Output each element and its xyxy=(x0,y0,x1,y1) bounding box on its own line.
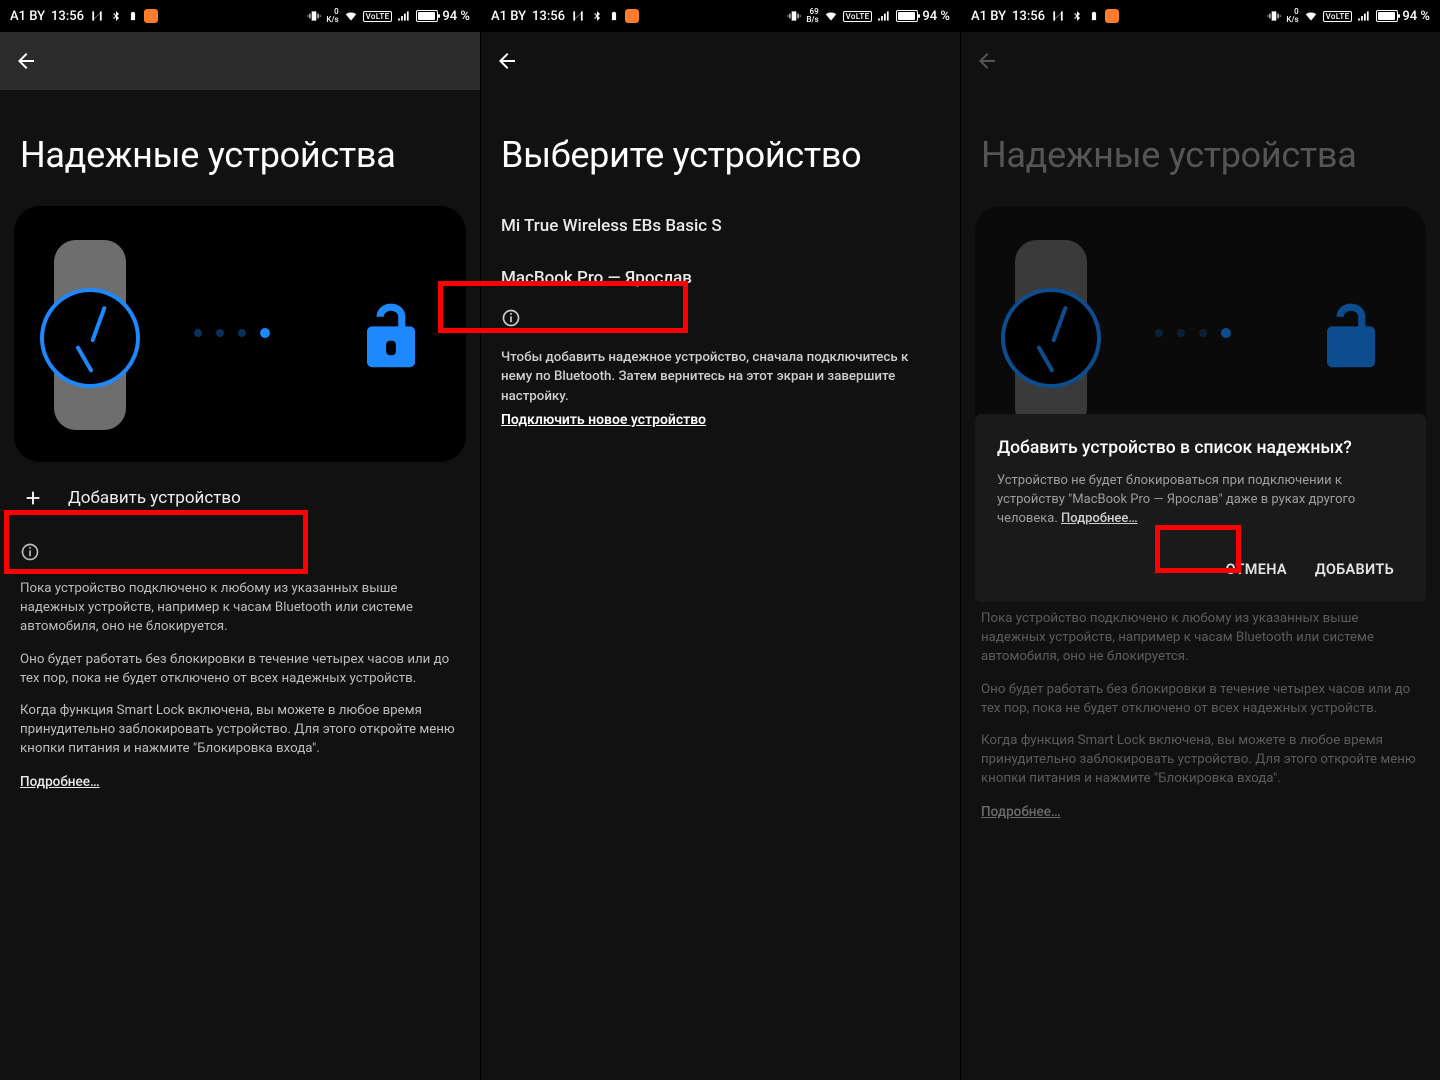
dialog-title: Добавить устройство в список надежных? xyxy=(997,438,1404,458)
bluetooth-icon xyxy=(110,9,122,23)
screen-choose-device: A1 BY 13:56 69B/s VoLTE 94 % Вы xyxy=(480,0,960,1080)
app-bar xyxy=(0,32,480,90)
bluetooth-icon xyxy=(591,9,603,23)
app-bar xyxy=(481,32,960,90)
info-text: Пока устройство подключено к любому из у… xyxy=(961,596,1440,823)
signal-icon xyxy=(1356,9,1372,23)
back-icon[interactable] xyxy=(975,49,999,73)
wifi-icon xyxy=(343,9,359,23)
battery-icon xyxy=(896,10,918,22)
info-p2: Оно будет работать без блокировки в тече… xyxy=(20,651,456,689)
battery-pct: 94 % xyxy=(1402,9,1430,24)
cancel-button[interactable]: ОТМЕНА xyxy=(1216,551,1297,588)
page-title: Надежные устройства xyxy=(0,90,480,200)
watch-icon xyxy=(54,240,126,430)
nfc-icon xyxy=(90,9,104,23)
watch-icon xyxy=(1015,240,1087,430)
vibrate-icon xyxy=(306,9,322,23)
status-bar: A1 BY 13:56 0K/s VoLTE 94 % xyxy=(961,0,1440,32)
connection-dots-icon xyxy=(194,328,270,338)
dialog-body: Устройство не будет блокироваться при по… xyxy=(997,472,1404,529)
app-badge-icon xyxy=(144,9,158,23)
info-icon xyxy=(501,308,940,332)
connect-new-device-link[interactable]: Подключить новое устройство xyxy=(481,412,960,428)
signal-icon xyxy=(876,9,892,23)
back-icon[interactable] xyxy=(495,49,519,73)
app-bar xyxy=(961,32,1440,90)
battery-icon xyxy=(1376,10,1398,22)
dialog-learn-more-link[interactable]: Подробнее… xyxy=(1061,511,1138,526)
carrier-label: A1 BY xyxy=(10,9,45,24)
bluetooth-note: Чтобы добавить надежное устройство, снач… xyxy=(481,332,960,412)
connection-dots-icon xyxy=(1155,328,1231,338)
learn-more-link[interactable]: Подробнее… xyxy=(20,774,100,790)
vibrate-icon xyxy=(786,9,802,23)
vibrate-icon xyxy=(1266,9,1282,23)
carrier-label: A1 BY xyxy=(971,9,1006,24)
unlock-icon xyxy=(362,300,420,376)
clock: 13:56 xyxy=(1012,9,1045,24)
signal-icon xyxy=(396,9,412,23)
carrier-label: A1 BY xyxy=(491,9,526,24)
info-p3: Когда функция Smart Lock включена, вы мо… xyxy=(981,732,1416,789)
unlock-icon xyxy=(1322,300,1380,376)
device-item-macbook[interactable]: MacBook Pro — Ярослав xyxy=(481,252,960,304)
network-speed: 0K/s xyxy=(326,8,338,24)
volte-badge: VoLTE xyxy=(1323,11,1353,22)
nfc-icon xyxy=(571,9,585,23)
status-bar: A1 BY 13:56 69B/s VoLTE 94 % xyxy=(481,0,960,32)
wifi-icon xyxy=(1303,9,1319,23)
battery-icon xyxy=(416,10,438,22)
page-title: Выберите устройство xyxy=(481,90,960,200)
clock: 13:56 xyxy=(51,9,84,24)
volte-badge: VoLTE xyxy=(363,11,393,22)
confirm-dialog: Добавить устройство в список надежных? У… xyxy=(975,414,1426,602)
trusted-devices-illustration xyxy=(14,206,466,462)
bluetooth-icon xyxy=(1071,9,1083,23)
dialog-body-text: Устройство не будет блокироваться при по… xyxy=(997,473,1355,526)
battery-small-icon xyxy=(1089,9,1099,23)
network-speed: 0K/s xyxy=(1286,8,1298,24)
back-icon[interactable] xyxy=(14,49,38,73)
clock: 13:56 xyxy=(532,9,565,24)
screen-confirm-dialog: A1 BY 13:56 0K/s VoLTE 94 % Над xyxy=(960,0,1440,1080)
battery-small-icon xyxy=(609,9,619,23)
nfc-icon xyxy=(1051,9,1065,23)
learn-more-link[interactable]: Подробнее… xyxy=(981,804,1061,820)
page-title: Надежные устройства xyxy=(961,90,1440,200)
network-speed: 69B/s xyxy=(806,8,818,24)
info-p3: Когда функция Smart Lock включена, вы мо… xyxy=(20,702,456,759)
dialog-actions: ОТМЕНА ДОБАВИТЬ xyxy=(997,551,1404,588)
battery-small-icon xyxy=(128,9,138,23)
app-badge-icon xyxy=(625,9,639,23)
battery-pct: 94 % xyxy=(442,9,470,24)
info-icon xyxy=(20,542,480,566)
info-p2: Оно будет работать без блокировки в тече… xyxy=(981,681,1416,719)
plus-icon xyxy=(22,487,44,509)
add-device-label: Добавить устройство xyxy=(68,488,241,508)
screen-trusted-devices: A1 BY 13:56 0K/s VoLTE 94 % Над xyxy=(0,0,480,1080)
info-text: Пока устройство подключено к любому из у… xyxy=(0,566,480,793)
battery-pct: 94 % xyxy=(922,9,950,24)
confirm-button[interactable]: ДОБАВИТЬ xyxy=(1305,551,1404,588)
status-bar: A1 BY 13:56 0K/s VoLTE 94 % xyxy=(0,0,480,32)
app-badge-icon xyxy=(1105,9,1119,23)
volte-badge: VoLTE xyxy=(843,11,873,22)
wifi-icon xyxy=(823,9,839,23)
device-item-earbuds[interactable]: Mi True Wireless EBs Basic S xyxy=(481,200,960,252)
info-p1: Пока устройство подключено к любому из у… xyxy=(20,580,456,637)
info-p1: Пока устройство подключено к любому из у… xyxy=(981,610,1416,667)
add-device-button[interactable]: Добавить устройство xyxy=(10,468,470,528)
